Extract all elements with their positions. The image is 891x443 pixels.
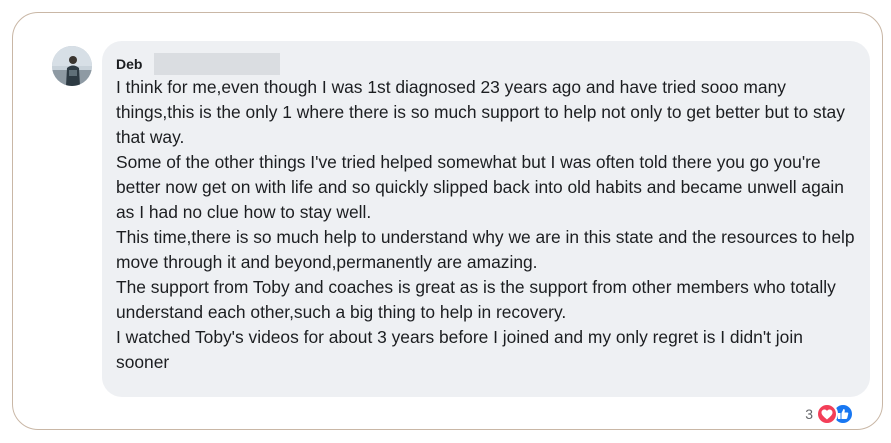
love-icon — [816, 403, 838, 425]
comment-paragraph: I think for me,even though I was 1st dia… — [116, 77, 845, 147]
comment-paragraph: This time,there is so much help to under… — [116, 227, 855, 272]
redacted-surname — [154, 53, 281, 75]
comment-paragraph: Some of the other things I've tried help… — [116, 152, 844, 222]
comment-paragraph: I watched Toby's videos for about 3 year… — [116, 327, 803, 372]
post-frame: Deb I think for me,even though I was 1st… — [12, 12, 883, 430]
comment-text: I think for me,even though I was 1st dia… — [116, 75, 856, 375]
author-name[interactable]: Deb — [116, 56, 142, 72]
comment-bubble: Deb I think for me,even though I was 1st… — [102, 41, 870, 397]
avatar[interactable] — [52, 46, 92, 86]
comment-paragraph: The support from Toby and coaches is gre… — [116, 277, 836, 322]
profile-photo-icon — [52, 46, 92, 86]
reaction-count: 3 — [805, 406, 813, 422]
reactions-summary[interactable]: 3 — [805, 403, 854, 425]
